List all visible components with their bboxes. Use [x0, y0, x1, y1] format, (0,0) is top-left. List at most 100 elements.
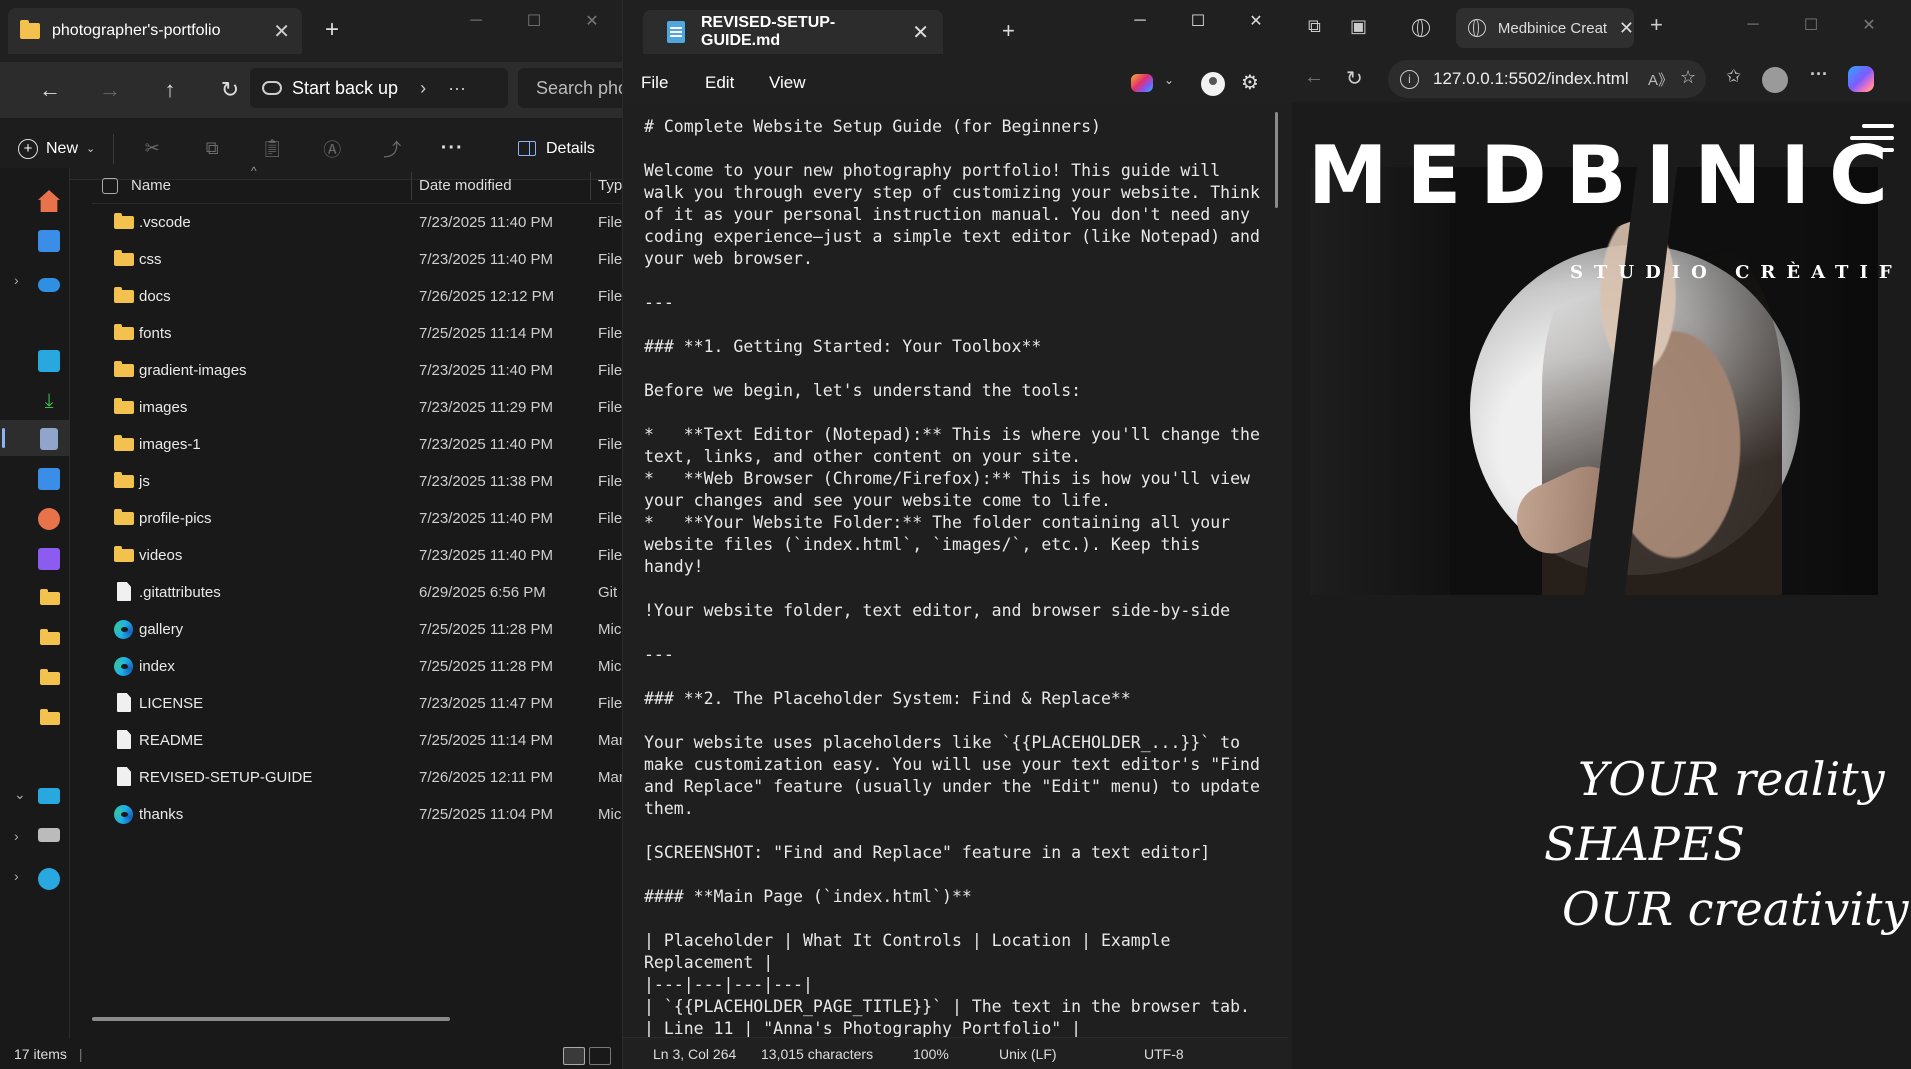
- new-button[interactable]: + New ⌄: [18, 138, 95, 159]
- network-icon[interactable]: [38, 868, 60, 890]
- table-row[interactable]: index 7/25/2025 11:28 PM Mic: [92, 648, 622, 685]
- folder-icon[interactable]: [40, 589, 60, 605]
- folder-icon[interactable]: [40, 629, 60, 645]
- downloads-icon[interactable]: ⤓: [38, 390, 60, 412]
- globe-icon[interactable]: [1412, 18, 1430, 37]
- expand-chevron-icon[interactable]: ›: [14, 272, 19, 288]
- folder-icon[interactable]: [40, 669, 60, 685]
- explorer-tab[interactable]: photographer's-portfolio ✕: [8, 8, 302, 54]
- rename-icon[interactable]: Ⓐ: [302, 136, 362, 162]
- table-row[interactable]: fonts 7/25/2025 11:14 PM File: [92, 315, 622, 352]
- close-tab-icon[interactable]: ✕: [912, 20, 929, 45]
- menu-edit[interactable]: Edit: [705, 73, 769, 93]
- table-row[interactable]: .vscode 7/23/2025 11:40 PM File: [92, 204, 622, 241]
- workspaces-icon[interactable]: ⧉: [1308, 16, 1321, 37]
- new-tab-button[interactable]: +: [325, 16, 339, 44]
- menu-file[interactable]: File: [641, 73, 705, 93]
- minimize-button[interactable]: ─: [447, 6, 505, 36]
- profile-avatar[interactable]: [1762, 67, 1788, 93]
- this-pc-icon[interactable]: [38, 788, 60, 804]
- table-row[interactable]: docs 7/26/2025 12:12 PM File: [92, 278, 622, 315]
- cut-icon[interactable]: ✂: [122, 138, 182, 159]
- select-all-checkbox[interactable]: [102, 177, 118, 194]
- table-row[interactable]: README 7/25/2025 11:14 PM Mar: [92, 722, 622, 759]
- desktop-icon[interactable]: [38, 350, 60, 372]
- gallery-icon[interactable]: [38, 230, 60, 252]
- music-icon[interactable]: [38, 508, 60, 530]
- minimize-button[interactable]: ─: [1724, 10, 1782, 40]
- close-button[interactable]: ✕: [563, 6, 621, 36]
- tiles-view-button[interactable]: [589, 1047, 611, 1065]
- details-button[interactable]: Details: [518, 140, 595, 158]
- drive-icon[interactable]: [38, 828, 60, 842]
- share-icon[interactable]: ⤴: [362, 136, 422, 162]
- gear-icon[interactable]: ⚙: [1241, 70, 1259, 95]
- folder-icon[interactable]: [40, 709, 60, 725]
- menu-view[interactable]: View: [769, 73, 833, 93]
- hamburger-menu-icon[interactable]: [1850, 124, 1894, 154]
- more-options-button[interactable]: ···: [1810, 64, 1828, 85]
- maximize-button[interactable]: ☐: [1782, 10, 1840, 40]
- table-row[interactable]: LICENSE 7/23/2025 11:47 PM File: [92, 685, 622, 722]
- table-row[interactable]: profile-pics 7/23/2025 11:40 PM File: [92, 500, 622, 537]
- back-button[interactable]: ←: [20, 77, 80, 103]
- table-row[interactable]: js 7/23/2025 11:38 PM File: [92, 463, 622, 500]
- address-bar[interactable]: i 127.0.0.1:5502/index.html A》 ☆: [1388, 60, 1706, 98]
- back-button[interactable]: ←: [1304, 66, 1324, 89]
- column-divider[interactable]: [411, 172, 412, 200]
- horizontal-scrollbar[interactable]: [92, 1017, 450, 1021]
- collapse-chevron-icon[interactable]: ⌄: [14, 786, 26, 803]
- close-tab-icon[interactable]: ✕: [1619, 18, 1634, 39]
- close-tab-icon[interactable]: ✕: [273, 19, 290, 44]
- chevron-down-icon[interactable]: ⌄: [1164, 73, 1174, 87]
- table-row[interactable]: REVISED-SETUP-GUIDE 7/26/2025 12:11 PM Mar: [92, 759, 622, 796]
- tab-actions-icon[interactable]: ▣: [1350, 16, 1367, 37]
- table-row[interactable]: gallery 7/25/2025 11:28 PM Mic: [92, 611, 622, 648]
- info-icon[interactable]: i: [1400, 69, 1419, 89]
- column-type[interactable]: Typ: [598, 177, 622, 194]
- maximize-button[interactable]: ☐: [505, 6, 563, 36]
- address-bar[interactable]: Start back up › ···: [250, 68, 508, 108]
- table-row[interactable]: images-1 7/23/2025 11:40 PM File: [92, 426, 622, 463]
- paste-icon[interactable]: 📋︎: [242, 138, 302, 159]
- new-tab-button[interactable]: +: [1650, 12, 1663, 38]
- more-options-button[interactable]: ···: [422, 137, 482, 160]
- table-row[interactable]: images 7/23/2025 11:29 PM File: [92, 389, 622, 426]
- forward-button[interactable]: →: [80, 77, 140, 103]
- expand-chevron-icon[interactable]: ›: [14, 868, 19, 884]
- new-tab-button[interactable]: +: [1002, 18, 1015, 44]
- table-row[interactable]: thanks 7/25/2025 11:04 PM Mic: [92, 796, 622, 833]
- details-view-button[interactable]: [563, 1047, 585, 1065]
- videos-icon[interactable]: [38, 548, 60, 570]
- home-icon[interactable]: [38, 190, 60, 212]
- pictures-icon[interactable]: [38, 468, 60, 490]
- browser-tab[interactable]: Medbinice Creat ✕: [1456, 8, 1634, 48]
- column-divider[interactable]: [590, 172, 591, 200]
- read-aloud-icon[interactable]: A》: [1648, 69, 1673, 90]
- notepad-tab[interactable]: REVISED-SETUP-GUIDE.md ✕: [643, 10, 943, 54]
- search-input[interactable]: Search pho: [518, 68, 622, 108]
- editor-text-area[interactable]: # Complete Website Setup Guide (for Begi…: [623, 104, 1288, 1037]
- table-row[interactable]: css 7/23/2025 11:40 PM File: [92, 241, 622, 278]
- copilot-icon[interactable]: [1848, 66, 1874, 92]
- favorites-icon[interactable]: ✩: [1726, 66, 1741, 87]
- close-button[interactable]: ✕: [1227, 6, 1285, 36]
- vertical-scrollbar[interactable]: [1275, 112, 1278, 208]
- chevron-right-icon[interactable]: ›: [420, 78, 426, 99]
- onedrive-icon[interactable]: [38, 278, 60, 292]
- refresh-button[interactable]: ↻: [1346, 66, 1363, 91]
- column-date-modified[interactable]: Date modified: [419, 177, 512, 194]
- column-name[interactable]: Name: [131, 177, 171, 194]
- copilot-icon[interactable]: [1131, 74, 1153, 92]
- close-button[interactable]: ✕: [1840, 10, 1898, 40]
- maximize-button[interactable]: ☐: [1169, 6, 1227, 36]
- expand-chevron-icon[interactable]: ›: [14, 828, 19, 844]
- copy-icon[interactable]: ⧉: [182, 138, 242, 159]
- profile-avatar[interactable]: [1201, 72, 1225, 96]
- minimize-button[interactable]: ─: [1111, 6, 1169, 36]
- favorite-star-icon[interactable]: ☆: [1680, 67, 1696, 88]
- more-path-button[interactable]: ···: [448, 78, 466, 99]
- documents-icon[interactable]: [40, 428, 58, 450]
- table-row[interactable]: videos 7/23/2025 11:40 PM File: [92, 537, 622, 574]
- table-row[interactable]: .gitattributes 6/29/2025 6:56 PM Git: [92, 574, 622, 611]
